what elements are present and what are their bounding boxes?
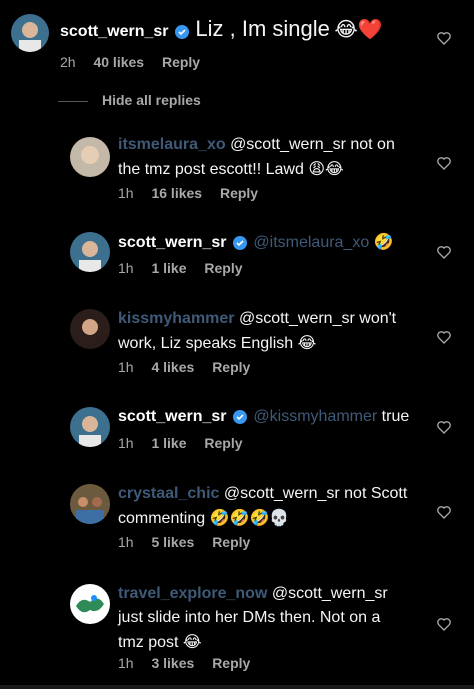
timestamp: 1h [118,655,134,671]
heart-icon[interactable] [436,30,452,46]
comment-body: won't [359,310,397,327]
comment-text: crystaal_chic @scott_wern_sr not Scott c… [118,482,407,531]
heart-icon[interactable] [436,616,452,632]
comment-text: kissmyhammer @scott_wern_sr won't work, … [118,307,396,356]
heart-icon[interactable] [436,155,452,171]
comment-text: itsmelaura_xo @scott_wern_sr not on the … [118,133,395,182]
likes-count[interactable]: 1 like [151,435,186,451]
comment-body: tmz post [118,634,179,651]
likes-count[interactable]: 40 likes [93,54,144,70]
emoji: 😂❤️ [334,17,383,41]
timestamp: 1h [118,435,134,451]
comment-text: scott_wern_sr @itsmelaura_xo 🤣 [118,230,394,258]
avatar[interactable] [70,232,110,272]
comment-text: scott_wern_sr @kissmyhammer true [118,405,409,432]
mention[interactable]: @scott_wern_sr [230,136,346,153]
comment-body: the tmz post escott!! Lawd [118,161,304,178]
comment-meta: 1h 3 likes Reply [118,655,264,671]
username[interactable]: travel_explore_now [118,585,267,602]
comment-body: work, Liz speaks English [118,335,294,352]
heart-icon[interactable] [436,244,452,260]
divider [58,100,88,102]
comment-text: scott_wern_sr Liz , Im single 😂❤️ [60,17,383,47]
username[interactable]: crystaal_chic [118,485,219,502]
comment-body: Liz , Im single [195,16,330,41]
likes-count[interactable]: 4 likes [151,359,194,375]
timestamp: 1h [118,534,134,550]
emoji: 😩😂 [308,159,344,178]
heart-icon[interactable] [436,504,452,520]
comment-body: commenting [118,510,206,527]
username[interactable]: scott_wern_sr [118,234,227,251]
comment-body: not on [350,136,395,153]
reply-button[interactable]: Reply [162,54,200,70]
hide-replies-label[interactable]: Hide all replies [102,92,201,108]
timestamp: 2h [60,54,76,70]
reply-button[interactable]: Reply [204,435,242,451]
comment-meta: 1h 1 like Reply [118,260,257,276]
emoji: 😂 [297,333,317,352]
mention[interactable]: @scott_wern_sr [224,485,340,502]
avatar[interactable] [70,137,110,177]
verified-badge-icon [174,23,189,47]
mention[interactable]: @scott_wern_sr [272,585,388,602]
likes-count[interactable]: 16 likes [151,185,202,201]
avatar[interactable] [11,14,49,52]
comment-meta: 1h 1 like Reply [118,435,257,451]
heart-icon[interactable] [436,419,452,435]
likes-count[interactable]: 3 likes [151,655,194,671]
divider [0,685,474,689]
avatar[interactable] [70,484,110,524]
verified-badge-icon [232,234,247,258]
avatar[interactable] [70,584,110,624]
emoji: 🤣 [373,232,394,251]
comment-meta: 1h 5 likes Reply [118,534,264,550]
comment-body: just slide into her DMs then. Not on a [118,609,381,626]
hide-replies-button[interactable]: Hide all replies [58,92,201,108]
comment-body: not Scott [344,485,408,502]
username[interactable]: kissmyhammer [118,310,235,327]
timestamp: 1h [118,359,134,375]
emoji: 😂 [182,632,202,651]
comment-text: travel_explore_now @scott_wern_sr just s… [118,582,388,655]
reply-button[interactable]: Reply [220,185,258,201]
likes-count[interactable]: 5 likes [151,534,194,550]
timestamp: 1h [118,260,134,276]
comment-body: true [381,408,410,425]
reply-button[interactable]: Reply [204,260,242,276]
username[interactable]: itsmelaura_xo [118,136,226,153]
avatar[interactable] [70,309,110,349]
heart-icon[interactable] [436,329,452,345]
username[interactable]: scott_wern_sr [60,23,169,40]
username[interactable]: scott_wern_sr [118,408,227,425]
reply-button[interactable]: Reply [212,655,250,671]
reply-button[interactable]: Reply [212,359,250,375]
verified-badge-icon [232,408,247,432]
mention[interactable]: @scott_wern_sr [239,310,355,327]
avatar[interactable] [70,407,110,447]
emoji: 🤣🤣🤣💀 [209,508,290,527]
mention[interactable]: @kissmyhammer [253,408,377,425]
likes-count[interactable]: 1 like [151,260,186,276]
comment-meta: 1h 4 likes Reply [118,359,264,375]
mention[interactable]: @itsmelaura_xo [253,234,369,251]
timestamp: 1h [118,185,134,201]
reply-button[interactable]: Reply [212,534,250,550]
comment-meta: 2h 40 likes Reply [60,54,214,70]
comment-meta: 1h 16 likes Reply [118,185,272,201]
